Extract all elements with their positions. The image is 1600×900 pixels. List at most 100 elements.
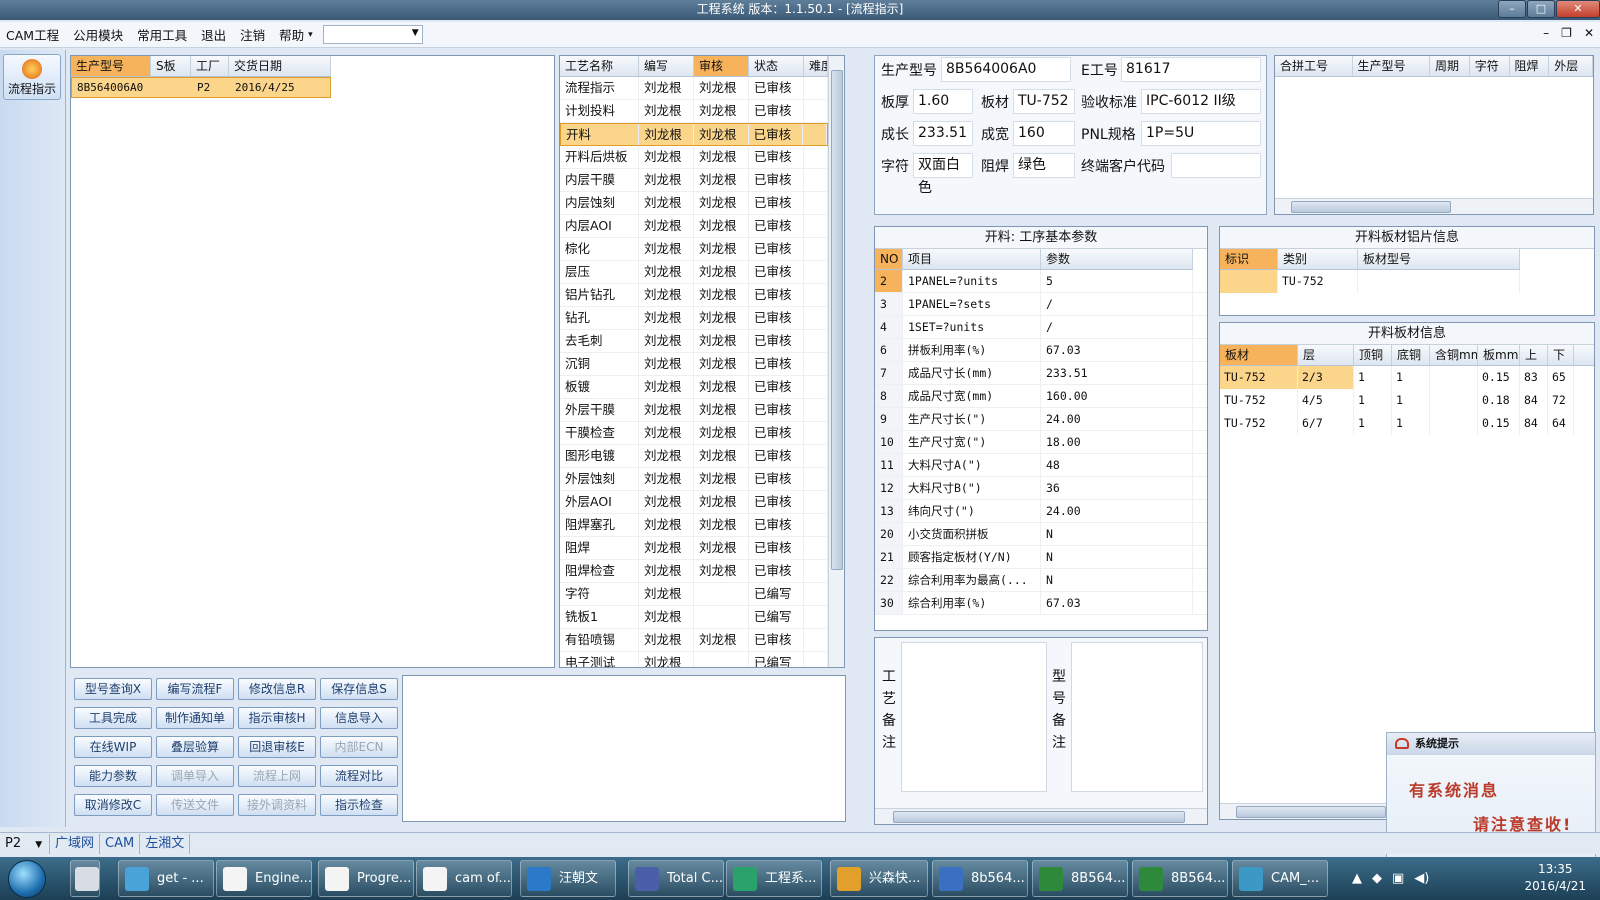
table-row[interactable]: 有铅喷锡 刘龙根 刘龙根 已审核	[560, 629, 828, 652]
action-button-4-1[interactable]: 传送文件	[156, 794, 234, 816]
col-status[interactable]: 状态	[749, 56, 804, 76]
scroll-thumb[interactable]	[1291, 201, 1451, 213]
field-legend[interactable]: 双面白色	[913, 153, 973, 196]
taskbar-calculator-icon[interactable]	[70, 860, 100, 897]
table-row[interactable]: 内层AOI 刘龙根 刘龙根 已审核	[560, 215, 828, 238]
col-board-6[interactable]: 上	[1520, 345, 1548, 365]
col-alu-type[interactable]: 类别	[1278, 249, 1358, 269]
action-button-3-3[interactable]: 流程对比	[320, 765, 398, 787]
table-row[interactable]: 铝片钻孔 刘龙根 刘龙根 已审核	[560, 284, 828, 307]
table-row[interactable]: 开料 刘龙根 刘龙根 已审核	[560, 123, 828, 146]
table-row[interactable]: 阻焊 刘龙根 刘龙根 已审核	[560, 537, 828, 560]
action-button-2-1[interactable]: 叠层验算	[156, 736, 234, 758]
menu-common-modules[interactable]: 公用模块	[73, 25, 123, 44]
field-thickness[interactable]: 1.60	[913, 89, 973, 114]
tray-volume-icon[interactable]: ◀)	[1414, 871, 1429, 886]
start-button[interactable]	[8, 860, 46, 898]
col-merge-legend[interactable]: 字符	[1470, 56, 1510, 76]
field-width[interactable]: 160	[1013, 121, 1075, 146]
col-param[interactable]: 参数	[1041, 249, 1193, 269]
table-row[interactable]: 图形电镀 刘龙根 刘龙根 已审核	[560, 445, 828, 468]
table-row[interactable]: TU-752 6/7 1 1 0.15 84 64	[1220, 412, 1594, 435]
tray-network-icon[interactable]: ▣	[1392, 871, 1404, 886]
table-row[interactable]: 流程指示 刘龙根 刘龙根 已审核	[560, 77, 828, 100]
process-remark-textarea[interactable]	[901, 642, 1047, 792]
action-button-0-3[interactable]: 保存信息S	[320, 678, 398, 700]
table-row[interactable]: 外层蚀刻 刘龙根 刘龙根 已审核	[560, 468, 828, 491]
table-row[interactable]: 干膜检查 刘龙根 刘龙根 已审核	[560, 422, 828, 445]
table-row[interactable]: 层压 刘龙根 刘龙根 已审核	[560, 261, 828, 284]
taskbar-item[interactable]: 汪朝文	[520, 860, 616, 897]
remarks-hscrollbar[interactable]	[875, 808, 1207, 824]
taskbar-item[interactable]: Engine...	[216, 860, 312, 897]
action-button-2-0[interactable]: 在线WIP	[74, 736, 152, 758]
table-row[interactable]: 电子测试 刘龙根 已编写	[560, 652, 828, 667]
table-row[interactable]: 阻焊检查 刘龙根 刘龙根 已审核	[560, 560, 828, 583]
col-date[interactable]: 交货日期	[229, 56, 331, 76]
col-board-1[interactable]: 层	[1298, 345, 1354, 365]
table-row[interactable]: 外层干膜 刘龙根 刘龙根 已审核	[560, 399, 828, 422]
minimize-icon[interactable]: –	[1498, 0, 1526, 18]
action-button-4-0[interactable]: 取消修改C	[74, 794, 152, 816]
table-row[interactable]: 钻孔 刘龙根 刘龙根 已审核	[560, 307, 828, 330]
table-row[interactable]: 铣板1 刘龙根 已编写	[560, 606, 828, 629]
col-alu-model[interactable]: 板材型号	[1358, 249, 1520, 269]
taskbar-item[interactable]: 兴森快...	[830, 860, 928, 897]
table-row[interactable]: TU-752 4/5 1 1 0.18 84 72	[1220, 389, 1594, 412]
menu-common-tools[interactable]: 常用工具	[137, 25, 187, 44]
help-dropdown-icon[interactable]: ▾	[308, 30, 313, 40]
flow-indicator-button[interactable]: 流程指示	[3, 54, 61, 100]
col-merge-cycle[interactable]: 周期	[1430, 56, 1470, 76]
action-button-2-2[interactable]: 回退审核E	[238, 736, 316, 758]
process-scrollbar[interactable]	[828, 56, 844, 667]
tray-app-icon[interactable]: ◆	[1372, 871, 1382, 886]
field-soldermask[interactable]: 绿色	[1013, 153, 1075, 178]
col-reviewer[interactable]: 审核	[694, 56, 749, 76]
action-button-1-0[interactable]: 工具完成	[74, 707, 152, 729]
table-row[interactable]: 内层干膜 刘龙根 刘龙根 已审核	[560, 169, 828, 192]
field-pnl[interactable]: 1P=5U	[1141, 121, 1261, 146]
table-row[interactable]: 去毛刺 刘龙根 刘龙根 已审核	[560, 330, 828, 353]
field-model[interactable]: 8B564006A0	[941, 57, 1071, 82]
factory-select[interactable]: P2 ▼	[0, 833, 50, 854]
menu-combo[interactable]: ▼	[322, 25, 423, 44]
action-button-1-3[interactable]: 信息导入	[320, 707, 398, 729]
action-button-0-2[interactable]: 修改信息R	[238, 678, 316, 700]
table-row[interactable]: 20 小交货面积拼板 N	[875, 523, 1207, 546]
action-button-1-1[interactable]: 制作通知单	[156, 707, 234, 729]
table-row[interactable]: 8 成品尺寸宽(mm) 160.00	[875, 385, 1207, 408]
mdi-close-icon[interactable]: ✕	[1584, 26, 1594, 40]
taskbar-item[interactable]: 8B564...	[1032, 860, 1128, 897]
action-button-4-2[interactable]: 接外调资料	[238, 794, 316, 816]
taskbar-item[interactable]: Total C...	[628, 860, 724, 897]
taskbar-item[interactable]: 工程系...	[726, 860, 822, 897]
col-merge-mask[interactable]: 阻焊	[1510, 56, 1550, 76]
col-board-5[interactable]: 板mm	[1478, 345, 1520, 365]
action-button-0-0[interactable]: 型号查询X	[74, 678, 152, 700]
menu-logout[interactable]: 注销	[240, 25, 265, 44]
table-row[interactable]: 10 生产尺寸宽(") 18.00	[875, 431, 1207, 454]
table-row[interactable]: 21 顾客指定板材(Y/N) N	[875, 546, 1207, 569]
table-row[interactable]: 7 成品尺寸长(mm) 233.51	[875, 362, 1207, 385]
clock[interactable]: 13:35 2016/4/21	[1524, 861, 1586, 895]
taskbar-item[interactable]: cam of...	[416, 860, 512, 897]
field-ejob[interactable]: 81617	[1121, 57, 1261, 82]
action-button-3-0[interactable]: 能力参数	[74, 765, 152, 787]
table-row[interactable]: 阻焊塞孔 刘龙根 刘龙根 已审核	[560, 514, 828, 537]
table-row[interactable]: 30 综合利用率(%) 67.03	[875, 592, 1207, 615]
field-material[interactable]: TU-752	[1013, 89, 1075, 114]
note-box[interactable]	[402, 675, 846, 822]
col-item[interactable]: 项目	[903, 249, 1041, 269]
col-alu-tag[interactable]: 标识	[1220, 249, 1278, 269]
mdi-minimize-icon[interactable]: –	[1543, 26, 1549, 40]
table-row[interactable]: 3 1PANEL=?sets /	[875, 293, 1207, 316]
tray-expand-icon[interactable]: ▲	[1352, 871, 1362, 886]
merge-hscrollbar[interactable]	[1275, 198, 1593, 214]
col-board-3[interactable]: 底铜	[1392, 345, 1430, 365]
table-row[interactable]: 12 大料尺寸B(") 36	[875, 477, 1207, 500]
table-row[interactable]: 13 纬向尺寸(") 24.00	[875, 500, 1207, 523]
table-row[interactable]: 6 拼板利用率(%) 67.03	[875, 339, 1207, 362]
field-customer[interactable]	[1171, 153, 1261, 178]
table-row[interactable]: 棕化 刘龙根 刘龙根 已审核	[560, 238, 828, 261]
close-icon[interactable]: ✕	[1556, 0, 1600, 18]
